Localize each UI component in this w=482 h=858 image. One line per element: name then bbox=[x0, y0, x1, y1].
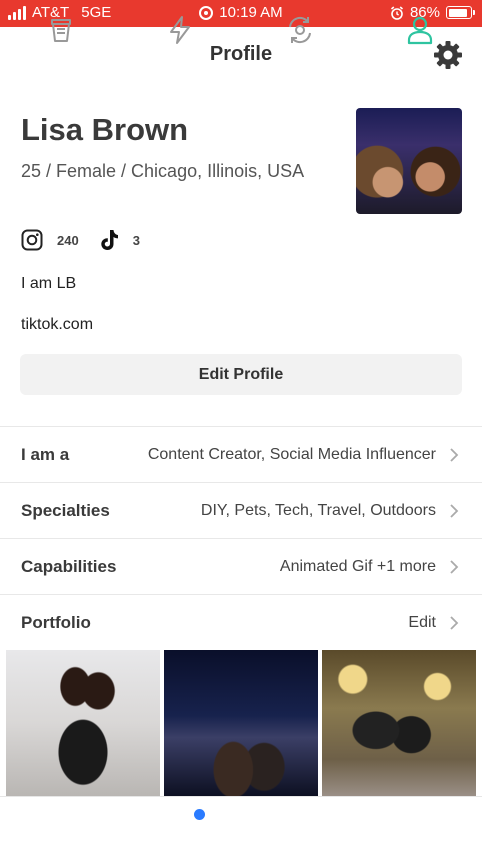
avatar[interactable] bbox=[356, 108, 462, 214]
battery-icon bbox=[446, 6, 475, 19]
row-value: Animated Gif +1 more bbox=[279, 558, 436, 575]
tab-bar bbox=[0, 796, 482, 858]
edit-profile-button[interactable]: Edit Profile bbox=[20, 354, 462, 395]
cup-icon[interactable] bbox=[45, 14, 77, 46]
row-label: Portfolio bbox=[21, 613, 91, 632]
profile-details: 25 / Female / Chicago, Illinois, USA bbox=[21, 161, 305, 181]
tiktok-count: 3 bbox=[132, 232, 140, 248]
lightning-icon[interactable] bbox=[164, 14, 196, 46]
screen-record-icon bbox=[199, 5, 214, 20]
instagram-icon[interactable] bbox=[21, 229, 43, 251]
profile-link[interactable]: tiktok.com bbox=[21, 316, 93, 334]
row-value: DIY, Pets, Tech, Travel, Outdoors bbox=[200, 502, 436, 519]
row-portfolio[interactable]: Portfolio Edit bbox=[0, 594, 482, 650]
alarm-icon bbox=[390, 5, 403, 20]
portfolio-photo[interactable] bbox=[322, 650, 476, 796]
row-label: I am a bbox=[21, 445, 70, 464]
page-title: Profile bbox=[209, 43, 273, 65]
person-icon[interactable] bbox=[404, 14, 436, 46]
portfolio-edit-link[interactable]: Edit bbox=[408, 614, 436, 632]
chevron-right-icon bbox=[450, 504, 459, 518]
social-stats: 240 3 bbox=[21, 229, 140, 251]
row-value: Content Creator, Social Media Influencer bbox=[147, 446, 436, 463]
row-label: Specialties bbox=[21, 501, 110, 520]
status-time: 10:19 AM bbox=[219, 4, 283, 21]
refresh-camera-icon[interactable] bbox=[284, 14, 316, 46]
chevron-right-icon bbox=[450, 560, 459, 574]
row-specialties[interactable]: Specialties DIY, Pets, Tech, Travel, Out… bbox=[0, 482, 482, 538]
profile-bio: I am LB bbox=[21, 275, 77, 292]
row-label: Capabilities bbox=[21, 557, 117, 576]
portfolio-photo[interactable] bbox=[164, 650, 318, 796]
row-i-am-a[interactable]: I am a Content Creator, Social Media Inf… bbox=[0, 426, 482, 482]
profile-name: Lisa Brown bbox=[21, 112, 189, 147]
notification-badge bbox=[194, 809, 205, 820]
tiktok-icon[interactable] bbox=[99, 229, 119, 251]
portfolio-photo[interactable] bbox=[6, 650, 160, 796]
gear-icon[interactable] bbox=[432, 39, 464, 71]
chevron-right-icon bbox=[450, 448, 459, 462]
chevron-right-icon bbox=[450, 616, 459, 630]
row-capabilities[interactable]: Capabilities Animated Gif +1 more bbox=[0, 538, 482, 594]
instagram-count: 240 bbox=[57, 232, 79, 248]
